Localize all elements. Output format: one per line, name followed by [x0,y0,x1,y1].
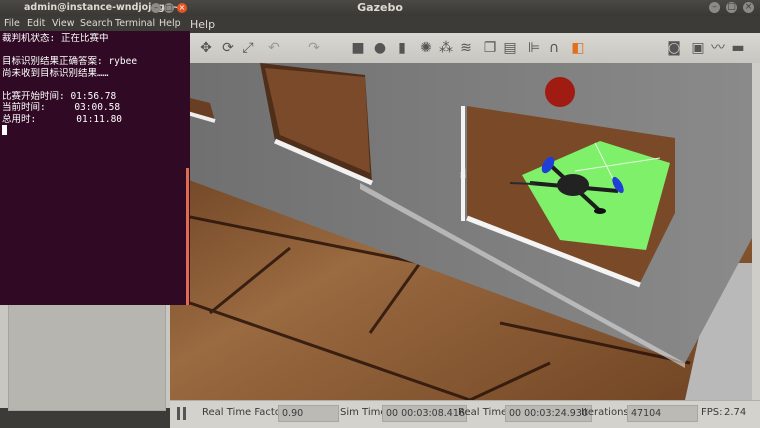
video-record-icon[interactable]: ▬ [730,40,746,56]
directional-light-icon[interactable]: ≋ [458,40,474,56]
terminal-output[interactable]: 裁判机状态: 正在比赛中 目标识别结果正确答案: rybee 尚未收到目标识别结… [2,33,186,137]
sim-time-value: 00 00:03:08.416 [382,405,467,422]
gazebo-menu-help[interactable]: Help [190,18,215,31]
terminal-window-controls: – □ × [151,3,187,13]
fps-label: FPS: [701,407,723,418]
gazebo-window-controls: – □ × [709,2,754,13]
real-time-label: Real Time: [458,407,511,418]
3d-viewport[interactable]: ☝ [170,63,752,400]
terminal-line: 目标识别结果正确答案: rybee [2,56,138,67]
log-icon[interactable]: ▣ [690,40,706,56]
terminal-line: 尚未收到目标识别结果…… [2,67,109,79]
gazebo-close-button[interactable]: × [743,2,754,13]
redo-icon[interactable]: ↷ [306,40,322,56]
terminal-menu-terminal[interactable]: Terminal [115,18,155,29]
iterations-value: 47104 [627,405,698,422]
terminal-line: 裁判机状态: 正在比赛中 [2,33,109,44]
red-target-marker [545,77,575,107]
copy-icon[interactable]: ❐ [482,40,498,56]
cylinder-shape-icon[interactable]: ▮ [394,40,410,56]
terminal-menu-view[interactable]: View [52,18,75,29]
point-light-icon[interactable]: ✺ [418,40,434,56]
scale-mode-icon[interactable]: ⤢ [240,40,256,56]
terminal-cursor [2,125,7,135]
real-time-factor-value: 0.90 [278,405,339,422]
gazebo-statusbar: Real Time Factor: 0.90 Sim Time: 00 00:0… [170,400,760,428]
terminal-close-button[interactable]: × [177,3,187,13]
real-time-factor-label: Real Time Factor: [202,407,289,418]
rotate-mode-icon[interactable]: ⟳ [220,40,236,56]
terminal-scrollbar[interactable] [186,168,189,305]
terminal-menu-edit[interactable]: Edit [27,18,45,29]
terminal-menu-file[interactable]: File [4,18,20,29]
terminal-line: 比赛开始时间: 01:56.78 [2,90,117,102]
screenshot-camera-icon[interactable]: ◙ [666,40,682,56]
fps-value: 2.74 [724,407,747,418]
spot-light-icon[interactable]: ⁂ [438,40,454,56]
terminal-menu-help[interactable]: Help [159,18,181,29]
terminal-minimize-button[interactable]: – [151,3,161,13]
terminal-line: 当前时间: 03:00.58 [2,102,121,113]
real-time-value: 00 00:03:24.930 [505,405,592,422]
box-shape-icon[interactable]: ■ [350,40,366,56]
pause-icon[interactable] [177,407,187,420]
gazebo-maximize-button[interactable]: □ [726,2,737,13]
gazebo-right-scrollbar[interactable] [752,63,760,400]
scene-render: ☝ [170,63,752,400]
iterations-label: Iterations: [581,407,632,418]
terminal-menubar: File Edit View Search Terminal Help [0,16,190,31]
paste-icon[interactable]: ▤ [502,40,518,56]
terminal-menu-search[interactable]: Search [80,18,113,29]
plot-icon[interactable]: 〰 [710,40,726,56]
undo-icon[interactable]: ↶ [266,40,282,56]
mouse-pointer-icon: ☝ [459,167,467,182]
terminal-line: 总用时: 01:11.80 [2,113,123,125]
terminal-window[interactable]: admin@instance-wndjojag: ~ – □ × File Ed… [0,0,190,305]
terminal-titlebar: admin@instance-wndjojag: ~ – □ × [0,0,190,16]
translate-mode-icon[interactable]: ✥ [198,40,214,56]
snap-icon[interactable]: ∩ [546,40,562,56]
change-view-icon[interactable]: ◧ [570,40,586,56]
properties-panel [8,301,166,411]
terminal-prompt-line [2,125,186,137]
terminal-maximize-button[interactable]: □ [164,3,174,13]
align-icon[interactable]: ⊫ [526,40,542,56]
gazebo-minimize-button[interactable]: – [709,2,720,13]
sphere-shape-icon[interactable]: ● [372,40,388,56]
